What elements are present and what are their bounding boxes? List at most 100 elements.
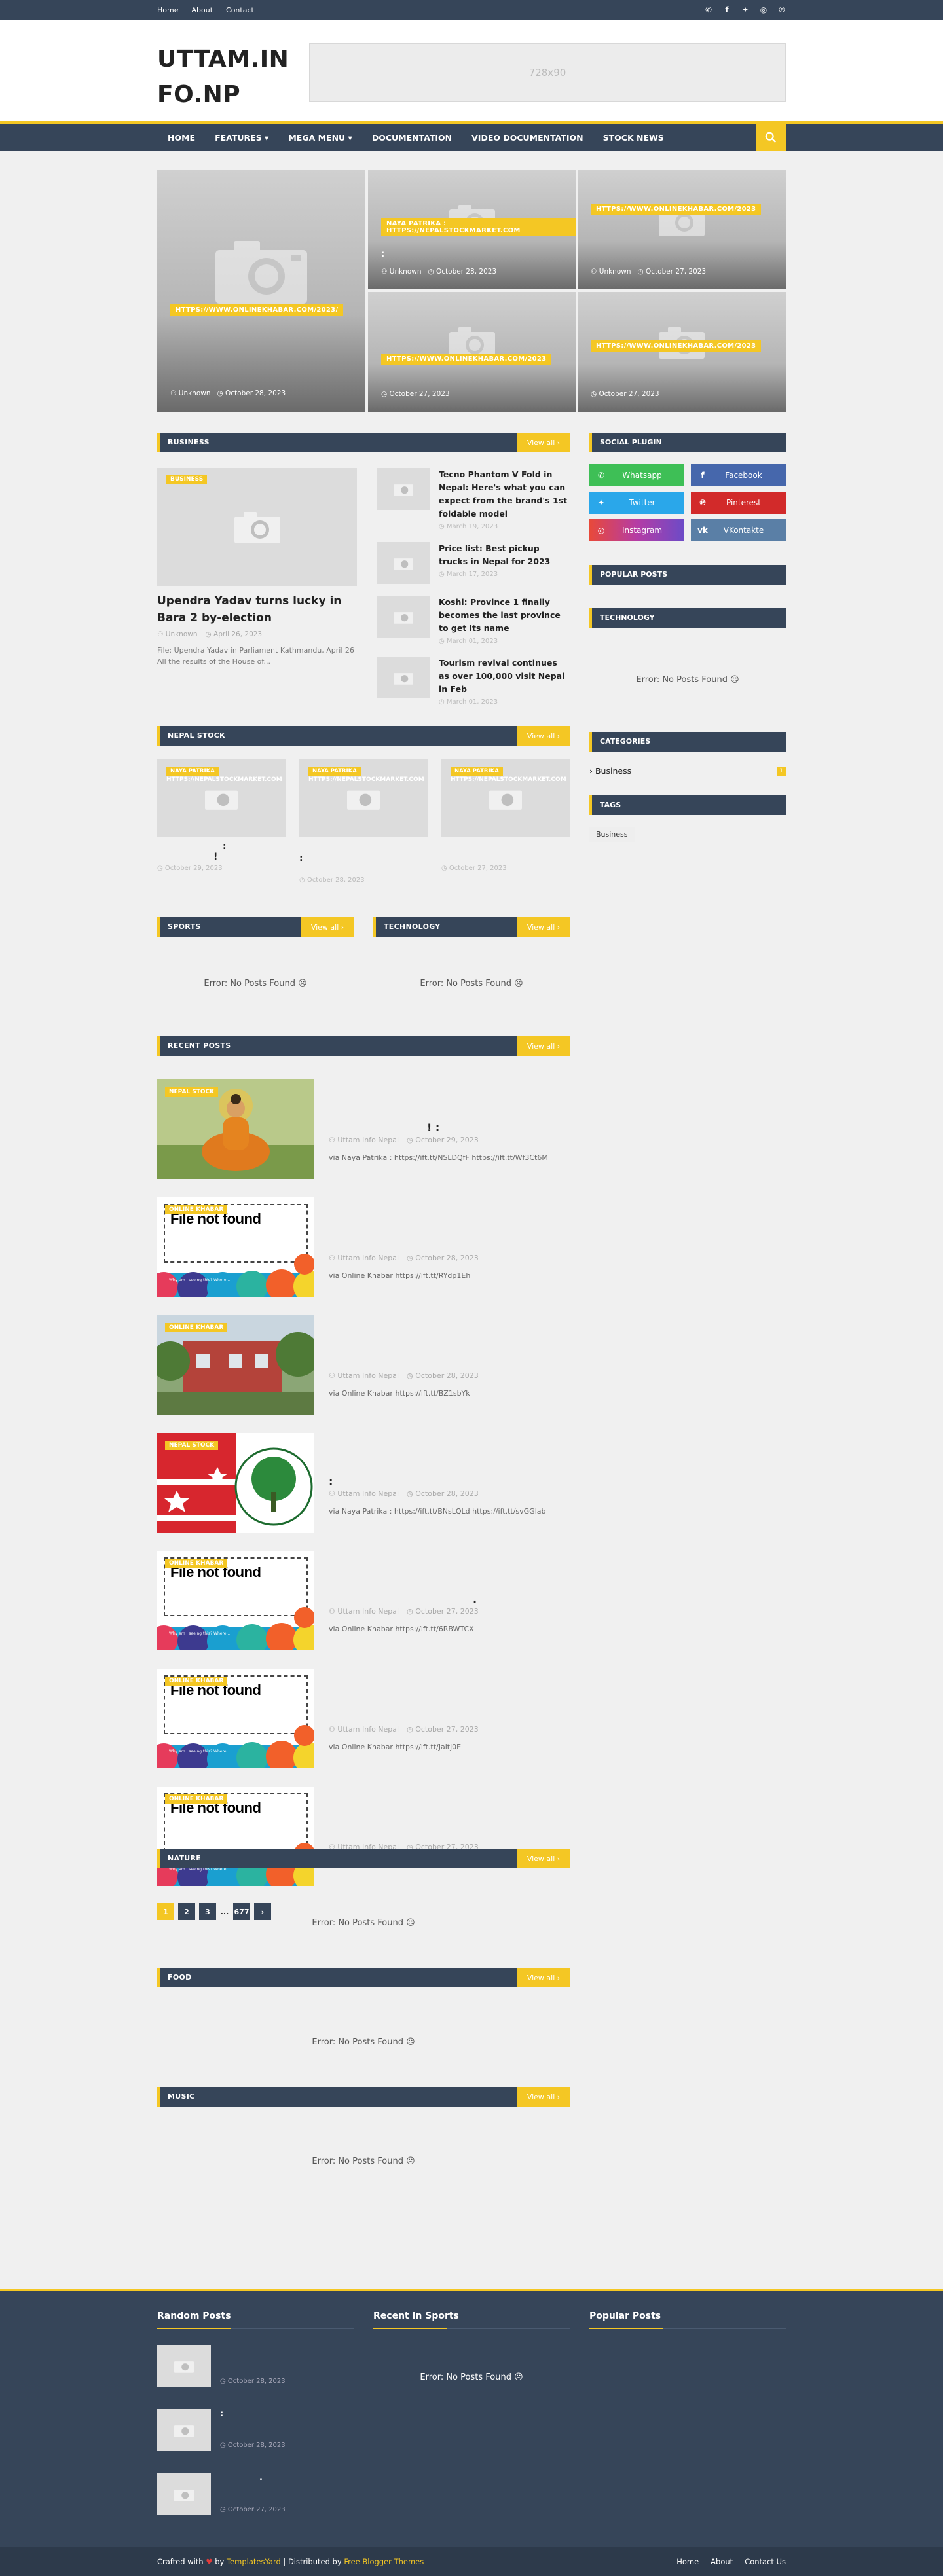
twitter-icon[interactable]: ✦ — [741, 5, 749, 14]
post-title[interactable]: :! — [157, 841, 286, 865]
list-item[interactable]: Price list: Best pickup trucks in Nepal … — [377, 542, 570, 584]
hero-main[interactable]: HTTPS://WWW.ONLINEKHABAR.COM/2023/ ⚇ Unk… — [157, 170, 365, 412]
post-thumbnail[interactable]: File not found Why am I seeing this? Wher… — [157, 1669, 314, 1768]
top-link-contact[interactable]: Contact — [226, 6, 254, 14]
stock-card[interactable]: NAYA PATRIKA HTTPS://NEPALSTOCKMARKET.CO… — [299, 759, 428, 884]
list-item[interactable]: . ◷ October 27, 2023 — [157, 2473, 354, 2515]
post-title[interactable]: : — [299, 841, 428, 877]
post-thumbnail[interactable]: BUSINESS — [157, 468, 357, 586]
post-thumbnail[interactable] — [377, 542, 430, 584]
post-title[interactable] — [329, 1711, 479, 1722]
stock-card[interactable]: NAYA PATRIKA HTTPS://NEPALSTOCKMARKET.CO… — [441, 759, 570, 872]
post-tag[interactable]: NAYA PATRIKA — [166, 767, 219, 776]
post-tag[interactable]: NAYA PATRIKA — [308, 767, 361, 776]
nav-stock-news[interactable]: STOCK NEWS — [593, 124, 674, 151]
post-tag[interactable]: ONLINE KHABAR — [165, 1559, 228, 1568]
post-thumbnail[interactable] — [157, 2473, 211, 2515]
footer-link-home[interactable]: Home — [676, 2557, 699, 2566]
recent-post[interactable]: File not found Why am I seeing this? Wher… — [157, 1197, 570, 1297]
top-link-about[interactable]: About — [191, 6, 213, 14]
post-title[interactable] — [329, 1239, 479, 1251]
view-all-button[interactable]: View all › — [517, 433, 570, 452]
whatsapp-icon[interactable]: ✆ — [705, 5, 712, 14]
list-item[interactable]: ◷ October 28, 2023 — [157, 2345, 354, 2387]
post-title[interactable]: Tourism revival continues as over 100,00… — [439, 657, 570, 696]
recent-post[interactable]: File not found Why am I seeing this? Wher… — [157, 1551, 570, 1650]
free-blogger-themes-link[interactable]: Free Blogger Themes — [344, 2557, 424, 2566]
post-title[interactable]: Upendra Yadav turns lucky in Bara 2 by-e… — [157, 592, 357, 626]
hero-tile-2[interactable]: HTTPS://WWW.ONLINEKHABAR.COM/2023 ⚇ Unkn… — [578, 170, 786, 289]
list-item[interactable]: : ◷ October 28, 2023 — [157, 2409, 354, 2451]
stock-card[interactable]: NAYA PATRIKA HTTPS://NEPALSTOCKMARKET.CO… — [157, 759, 286, 872]
post-tag[interactable]: NAYA PATRIKA — [451, 767, 503, 776]
post-thumbnail[interactable]: NEPAL STOCK — [157, 1079, 314, 1179]
post-title[interactable]: : — [220, 2409, 286, 2435]
pinterest-button[interactable]: ℗ Pinterest — [691, 492, 786, 514]
footer-link-contact[interactable]: Contact Us — [745, 2557, 786, 2566]
category-item[interactable]: › Business 1 — [589, 766, 786, 776]
instagram-button[interactable]: ◎ Instagram — [589, 519, 684, 541]
post-tag[interactable]: NEPAL STOCK — [165, 1441, 219, 1450]
post-thumbnail[interactable]: ONLINE KHABAR — [157, 1315, 314, 1415]
view-all-button[interactable]: View all › — [517, 726, 570, 746]
post-title[interactable]: . — [329, 1593, 479, 1605]
top-link-home[interactable]: Home — [157, 6, 178, 14]
post-title[interactable] — [441, 841, 570, 865]
site-logo[interactable]: UTTAM.INFO.NP — [157, 42, 301, 113]
post-thumbnail[interactable] — [377, 468, 430, 510]
view-all-button[interactable]: View all › — [517, 2087, 570, 2107]
recent-post[interactable]: NEPAL STOCK ! : ⚇ Uttam Info Nepal ◷ Octobe… — [157, 1079, 570, 1179]
view-all-button[interactable]: View all › — [517, 1968, 570, 1987]
post-title[interactable]: Tecno Phantom V Fold in Nepal: Here's wh… — [439, 468, 570, 520]
post-thumbnail[interactable] — [377, 596, 430, 638]
post-title[interactable] — [329, 1357, 479, 1369]
post-title[interactable]: : — [329, 1475, 546, 1487]
pinterest-icon[interactable]: ℗ — [778, 5, 786, 14]
hero-tile-1[interactable]: NAYA PATRIKA : HTTPS://NEPALSTOCKMARKET.… — [368, 170, 576, 289]
search-icon[interactable] — [756, 124, 786, 151]
post-thumbnail[interactable]: NAYA PATRIKA HTTPS://NEPALSTOCKMARKET.CO… — [299, 759, 428, 837]
nav-home[interactable]: HOME — [157, 124, 205, 151]
recent-post[interactable]: ONLINE KHABAR ⚇ Uttam Info Nepal ◷ October… — [157, 1315, 570, 1415]
post-thumbnail[interactable] — [157, 2409, 211, 2451]
post-thumbnail[interactable]: NEPAL STOCK — [157, 1433, 314, 1533]
post-thumbnail[interactable] — [377, 657, 430, 698]
hero-tile-3-tag[interactable]: HTTPS://WWW.ONLINEKHABAR.COM/2023 — [381, 354, 552, 365]
view-all-button[interactable]: View all › — [517, 1849, 570, 1868]
hero-tile-4[interactable]: HTTPS://WWW.ONLINEKHABAR.COM/2023 ◷ Octo… — [578, 292, 786, 412]
vkontakte-button[interactable]: vk VKontakte — [691, 519, 786, 541]
footer-link-about[interactable]: About — [711, 2557, 733, 2566]
post-title[interactable]: Koshi: Province 1 finally becomes the la… — [439, 596, 570, 635]
view-all-button[interactable]: View all › — [301, 917, 354, 937]
templatesyard-link[interactable]: TemplatesYard — [227, 2557, 281, 2566]
post-title[interactable]: Price list: Best pickup trucks in Nepal … — [439, 542, 570, 568]
post-thumbnail[interactable]: NAYA PATRIKA HTTPS://NEPALSTOCKMARKET.CO… — [441, 759, 570, 837]
list-item[interactable]: Tourism revival continues as over 100,00… — [377, 657, 570, 706]
category-label[interactable]: › Business — [589, 766, 631, 776]
post-title[interactable]: ! : — [329, 1121, 548, 1134]
nav-features[interactable]: FEATURES ▾ — [205, 124, 278, 151]
view-all-button[interactable]: View all › — [517, 1036, 570, 1056]
nav-mega-menu[interactable]: MEGA MENU ▾ — [278, 124, 361, 151]
post-thumbnail[interactable]: File not found Why am I seeing this? Wher… — [157, 1197, 314, 1297]
nav-video-documentation[interactable]: VIDEO DOCUMENTATION — [462, 124, 593, 151]
post-title[interactable] — [220, 2345, 286, 2371]
post-title[interactable] — [329, 1828, 479, 1840]
post-thumbnail[interactable] — [157, 2345, 211, 2387]
post-tag[interactable]: ONLINE KHABAR — [165, 1794, 228, 1804]
facebook-icon[interactable]: f — [723, 5, 731, 14]
post-thumbnail[interactable]: File not found Why am I seeing this? Wher… — [157, 1551, 314, 1650]
post-title[interactable]: . — [220, 2473, 286, 2499]
hero-tile-1-title[interactable]: : — [381, 249, 384, 259]
list-item[interactable]: Koshi: Province 1 finally becomes the la… — [377, 596, 570, 645]
view-all-button[interactable]: View all › — [517, 917, 570, 937]
post-tag[interactable]: ONLINE KHABAR — [165, 1677, 228, 1686]
post-tag[interactable]: ONLINE KHABAR — [165, 1205, 228, 1214]
hero-tile-4-tag[interactable]: HTTPS://WWW.ONLINEKHABAR.COM/2023 — [591, 340, 762, 352]
facebook-button[interactable]: f Facebook — [691, 464, 786, 486]
hero-main-tag[interactable]: HTTPS://WWW.ONLINEKHABAR.COM/2023/ — [170, 304, 344, 316]
nav-documentation[interactable]: DOCUMENTATION — [362, 124, 462, 151]
hero-tile-2-tag[interactable]: HTTPS://WWW.ONLINEKHABAR.COM/2023 — [591, 204, 762, 215]
post-thumbnail[interactable]: NAYA PATRIKA HTTPS://NEPALSTOCKMARKET.CO… — [157, 759, 286, 837]
post-tag[interactable]: ONLINE KHABAR — [165, 1323, 228, 1332]
